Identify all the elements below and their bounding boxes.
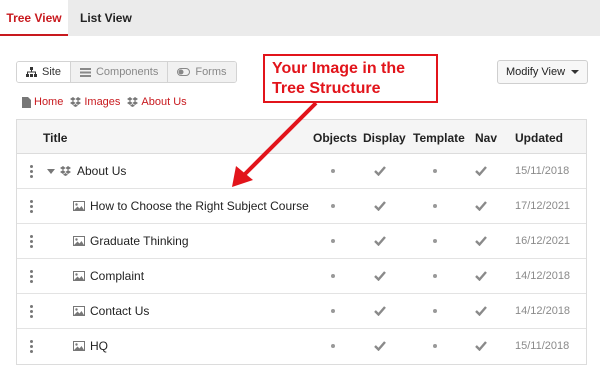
annotation-callout: Your Image in the Tree Structure xyxy=(263,54,438,103)
annotation-line-2: Tree Structure xyxy=(272,80,381,97)
annotation-line-1: Your Image in the xyxy=(272,60,406,77)
